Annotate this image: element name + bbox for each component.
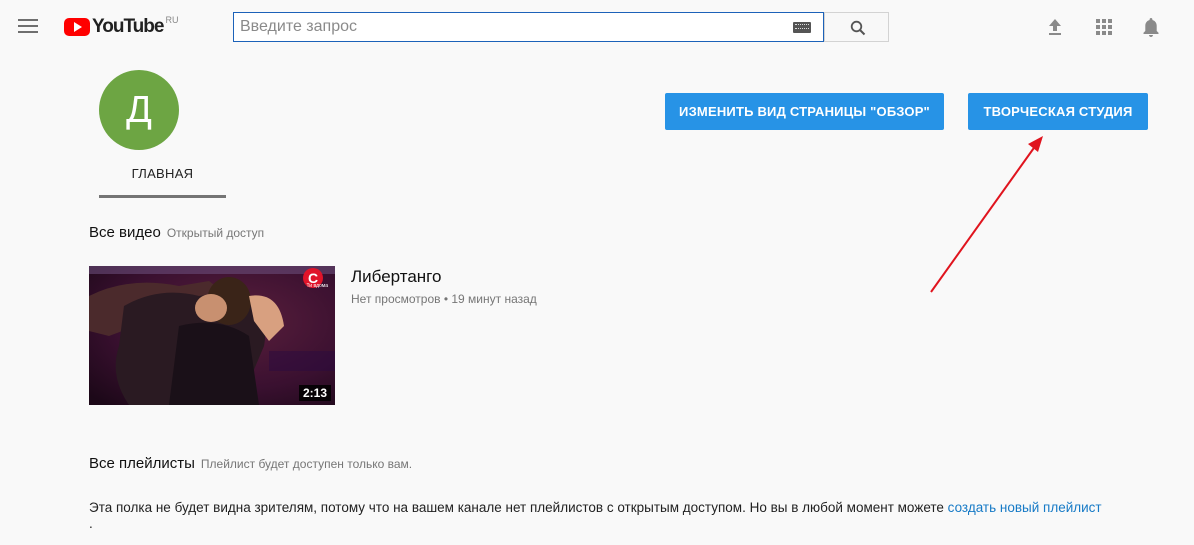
video-thumbnail[interactable]: C Ти вдома 2:13	[89, 266, 335, 405]
keyboard-icon[interactable]	[793, 22, 811, 33]
playlists-section-subtitle: Плейлист будет доступен только вам.	[200, 457, 413, 471]
top-bar: YouTube RU	[0, 0, 1194, 56]
create-playlist-link[interactable]: создать новый плейлист	[948, 500, 1102, 515]
search-box	[233, 12, 824, 42]
video-meta: Нет просмотров • 19 минут назад	[351, 292, 537, 306]
tab-home[interactable]: ГЛАВНАЯ	[99, 160, 226, 198]
apps-icon[interactable]	[1093, 16, 1115, 38]
search-button[interactable]	[824, 12, 889, 42]
playlists-section-title: Все плейлисты	[89, 455, 195, 472]
search-input[interactable]	[234, 13, 780, 41]
playlists-note-end: .	[89, 516, 93, 531]
video-duration: 2:13	[298, 385, 331, 401]
avatar[interactable]: Д	[99, 70, 179, 150]
youtube-logo[interactable]: YouTube RU	[64, 15, 178, 39]
logo-text: YouTube	[92, 16, 164, 37]
playlists-note: Эта полка не будет видна зрителям, потом…	[89, 500, 1169, 532]
upload-icon[interactable]	[1044, 16, 1066, 38]
channel-logo-label: Ти вдома	[306, 283, 328, 289]
video-title[interactable]: Либертанго	[351, 267, 441, 287]
creator-studio-button[interactable]: ТВОРЧЕСКАЯ СТУДИЯ	[968, 93, 1148, 130]
logo-region: RU	[165, 15, 179, 25]
customize-view-button[interactable]: ИЗМЕНИТЬ ВИД СТРАНИЦЫ "ОБЗОР"	[665, 93, 944, 130]
videos-section-subtitle: Открытый доступ	[166, 226, 265, 240]
videos-section-title: Все видео	[89, 224, 161, 241]
hamburger-icon[interactable]	[18, 19, 38, 35]
search-icon	[850, 20, 866, 36]
bell-icon[interactable]	[1140, 16, 1162, 38]
playlists-note-text: Эта полка не будет видна зрителям, потом…	[89, 500, 948, 515]
youtube-play-icon	[64, 18, 90, 36]
playlists-section-header: Все плейлисты Плейлист будет доступен тол…	[89, 455, 412, 472]
videos-section-header: Все видео Открытый доступ	[89, 224, 264, 241]
